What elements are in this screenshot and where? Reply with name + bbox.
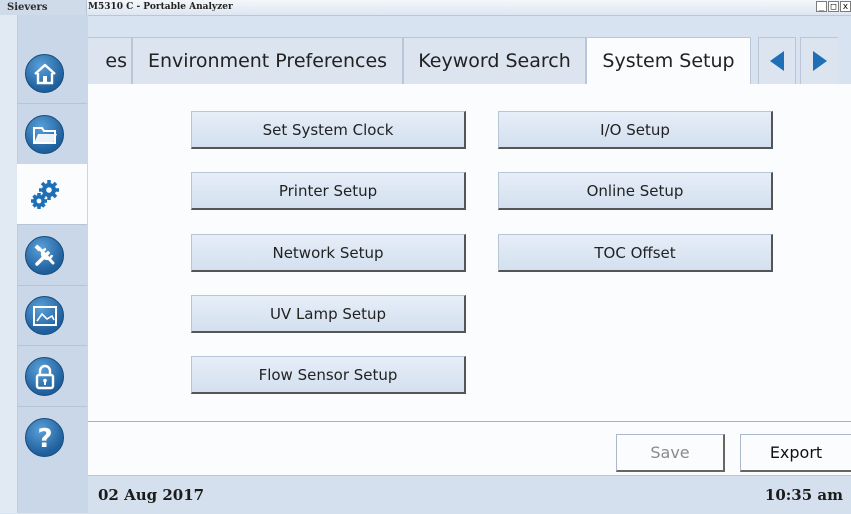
save-button[interactable]: Save (616, 434, 725, 472)
status-bar: 02 Aug 2017 10:35 am (88, 475, 851, 514)
sidebar-item-home[interactable] (17, 43, 87, 104)
triangle-left-icon (770, 51, 784, 71)
toc-offset-button[interactable]: TOC Offset (498, 234, 773, 272)
status-date: 02 Aug 2017 (98, 486, 205, 504)
folder-icon (25, 115, 64, 154)
lock-icon (25, 357, 64, 396)
sidebar-item-tools[interactable] (17, 225, 87, 286)
sidebar-item-chart[interactable] (17, 285, 87, 346)
tools-icon (25, 236, 64, 275)
sidebar-item-lock[interactable] (17, 346, 87, 407)
tab-environment-preferences[interactable]: Environment Preferences (132, 37, 403, 84)
chart-icon (25, 296, 64, 335)
network-setup-button[interactable]: Network Setup (191, 234, 466, 272)
window-controls: _ □ x (815, 1, 851, 12)
title-bar: Sievers M5310 C - Portable Analyzer _ □ … (0, 0, 851, 16)
gears-icon (25, 175, 64, 214)
sidebar-item-folder[interactable] (17, 104, 87, 165)
printer-setup-button[interactable]: Printer Setup (191, 172, 466, 210)
minimize-button[interactable]: _ (816, 1, 827, 12)
svg-text:?: ? (37, 424, 52, 452)
close-button[interactable]: x (840, 1, 851, 12)
window-title: M5310 C - Portable Analyzer (88, 2, 233, 12)
triangle-right-icon (812, 51, 827, 71)
flow-sensor-setup-button[interactable]: Flow Sensor Setup (191, 356, 466, 394)
sidebar-item-help[interactable]: ? (17, 407, 87, 467)
sidebar-item-settings[interactable] (17, 164, 87, 225)
tab-prev-button[interactable] (758, 37, 796, 84)
online-setup-button[interactable]: Online Setup (498, 172, 773, 210)
action-bar: Save Export (88, 421, 851, 476)
brand-label: Sievers (0, 0, 87, 15)
help-icon: ? (25, 418, 64, 457)
export-button[interactable]: Export (740, 434, 851, 472)
home-icon (25, 54, 64, 93)
sidebar-edge (0, 15, 18, 513)
tab-preferences-partial[interactable]: es (88, 37, 132, 84)
system-setup-panel: Set System Clock Printer Setup Network S… (88, 84, 851, 421)
tab-next-button[interactable] (800, 37, 838, 84)
maximize-button[interactable]: □ (828, 1, 839, 12)
tab-keyword-search[interactable]: Keyword Search (403, 37, 586, 84)
io-setup-button[interactable]: I/O Setup (498, 111, 773, 149)
tab-system-setup[interactable]: System Setup (586, 37, 751, 85)
tab-bar: es Environment Preferences Keyword Searc… (88, 15, 851, 85)
uv-lamp-setup-button[interactable]: UV Lamp Setup (191, 295, 466, 333)
status-time: 10:35 am (764, 486, 843, 504)
set-system-clock-button[interactable]: Set System Clock (191, 111, 466, 149)
